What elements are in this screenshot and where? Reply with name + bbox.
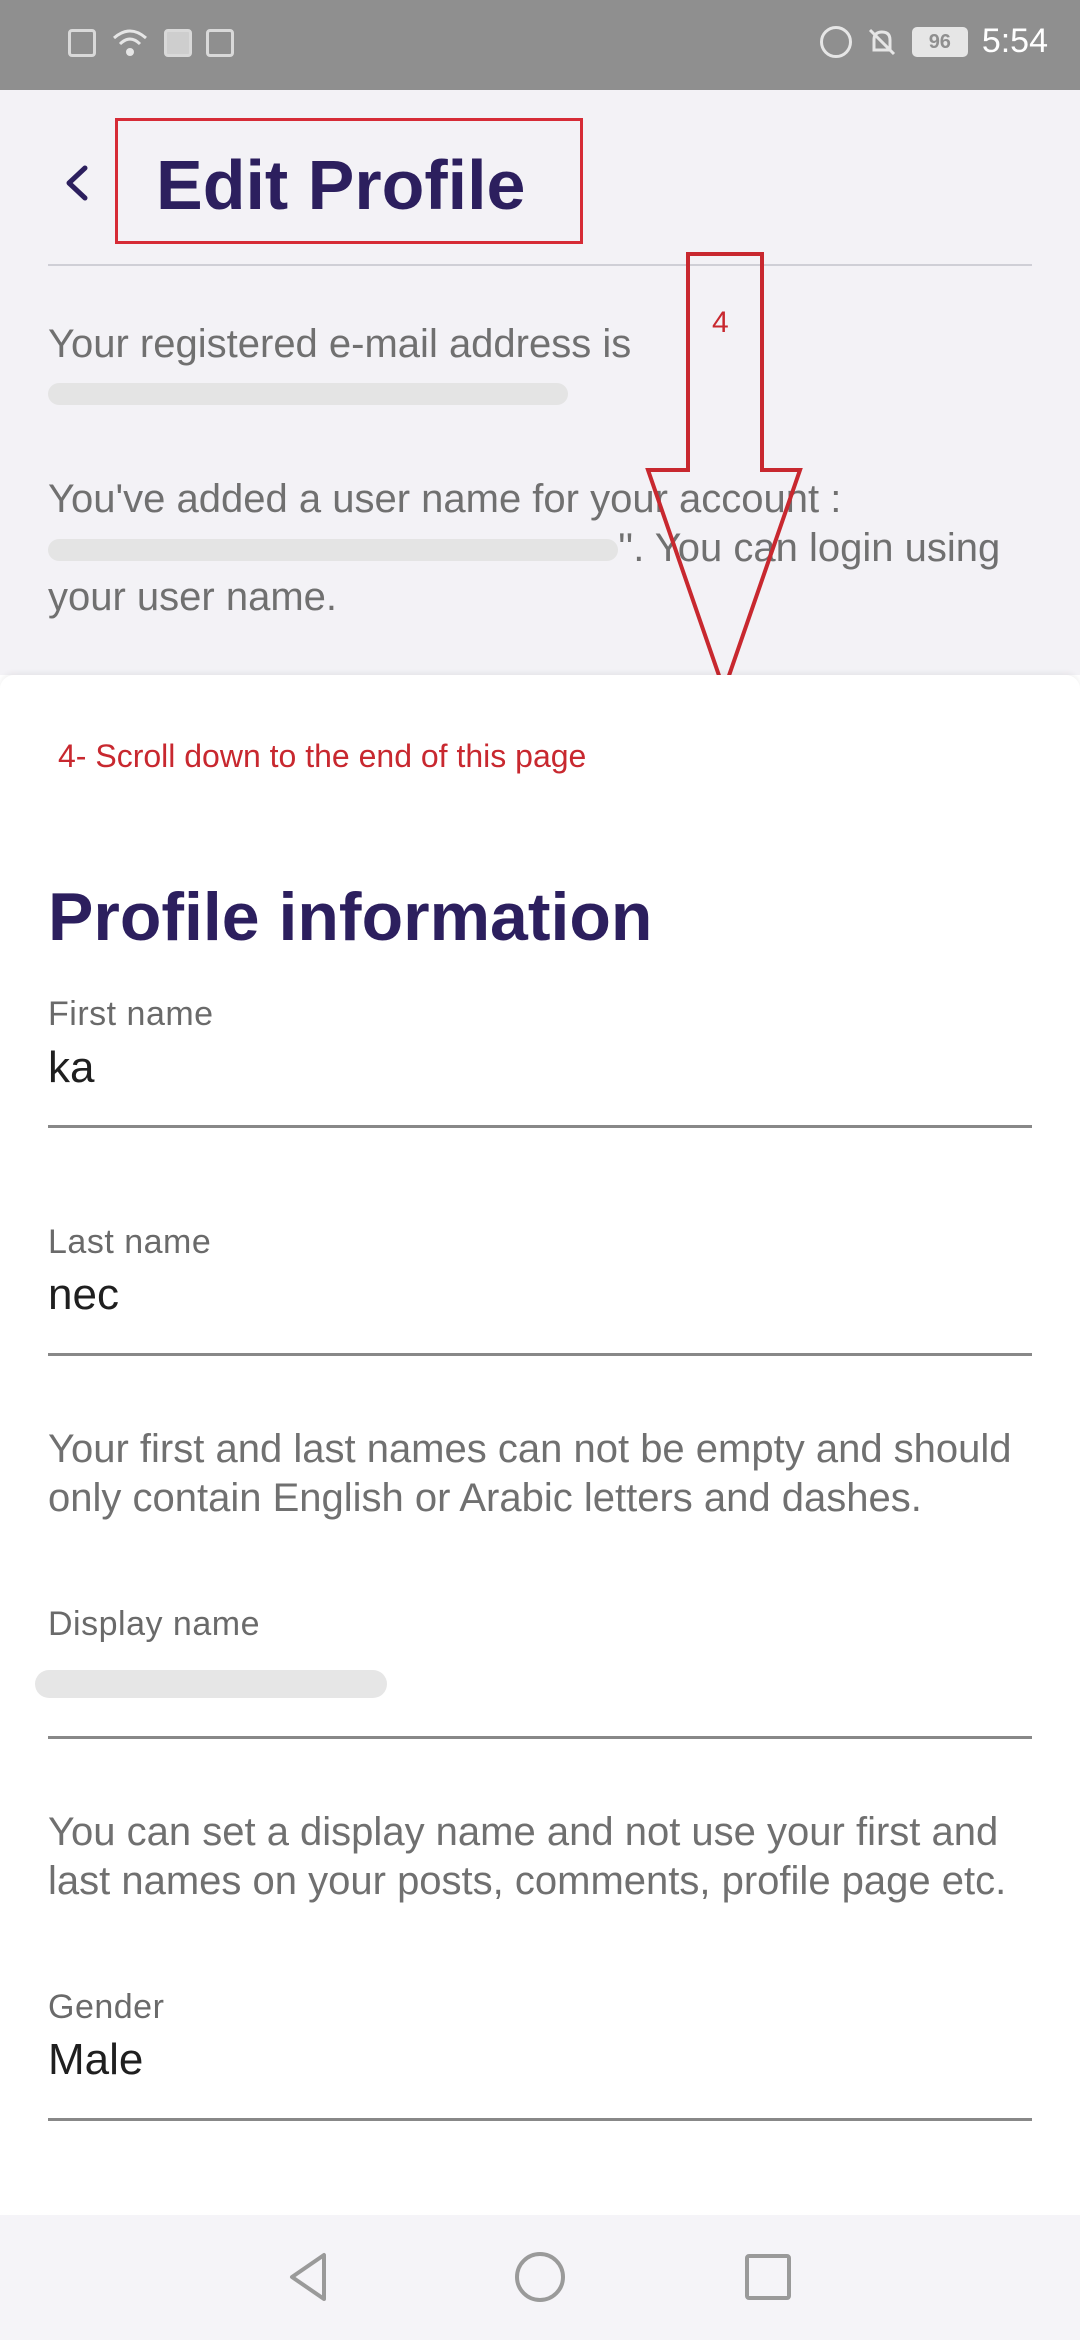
first-name-field[interactable]: ka: [48, 1043, 94, 1093]
names-hint: Your first and last names can not be emp…: [48, 1427, 1012, 1520]
navigation-bar: [0, 2215, 1080, 2340]
account-info-region: Edit Profile Your registered e-mail addr…: [0, 90, 1080, 675]
alert-icon: [68, 29, 96, 57]
last-name-underline: [48, 1353, 1032, 1356]
mute-icon: [868, 28, 895, 55]
status-bar: 96 5:54: [0, 0, 1080, 90]
header-divider: [48, 264, 1032, 266]
status-left-icons: [68, 26, 234, 60]
status-right-icons: 96 5:54: [819, 22, 1048, 61]
annotation-instruction: 4- Scroll down to the end of this page: [58, 738, 587, 774]
email-info-prefix: Your registered e-mail address is: [48, 322, 632, 366]
gender-label: Gender: [48, 1988, 165, 2026]
username-redacted: [48, 539, 618, 562]
gender-field[interactable]: Male: [48, 2035, 143, 2085]
display-name-hint: You can set a display name and not use y…: [48, 1810, 1007, 1903]
first-name-label: First name: [48, 995, 214, 1033]
email-info-text: Your registered e-mail address is: [48, 320, 1028, 416]
mail-icon: [206, 29, 234, 57]
page-title: Edit Profile: [156, 146, 526, 224]
last-name-field[interactable]: nec: [48, 1270, 119, 1320]
display-name-label: Display name: [48, 1605, 260, 1643]
recents-square-icon[interactable]: [738, 2247, 798, 2307]
chevron-left-icon[interactable]: [55, 160, 101, 206]
home-circle-icon[interactable]: [510, 2247, 570, 2307]
annotation-step-number: 4: [712, 306, 729, 339]
annotation-arrow: [645, 252, 803, 697]
display-name-underline: [48, 1736, 1032, 1739]
app-icon: [164, 29, 192, 57]
first-name-underline: [48, 1125, 1032, 1128]
back-triangle-icon[interactable]: [280, 2247, 340, 2307]
status-time: 5:54: [981, 22, 1048, 60]
last-name-label: Last name: [48, 1223, 212, 1261]
display-name-field[interactable]: [35, 1670, 387, 1698]
section-title: Profile information: [48, 879, 653, 955]
alarm-icon: [819, 25, 852, 58]
wifi-icon: [113, 29, 147, 56]
battery-icon: 96: [911, 26, 968, 57]
username-info-text: You've added a user name for your accoun…: [48, 475, 1038, 622]
email-redacted: [48, 383, 568, 406]
gender-underline: [48, 2118, 1032, 2121]
